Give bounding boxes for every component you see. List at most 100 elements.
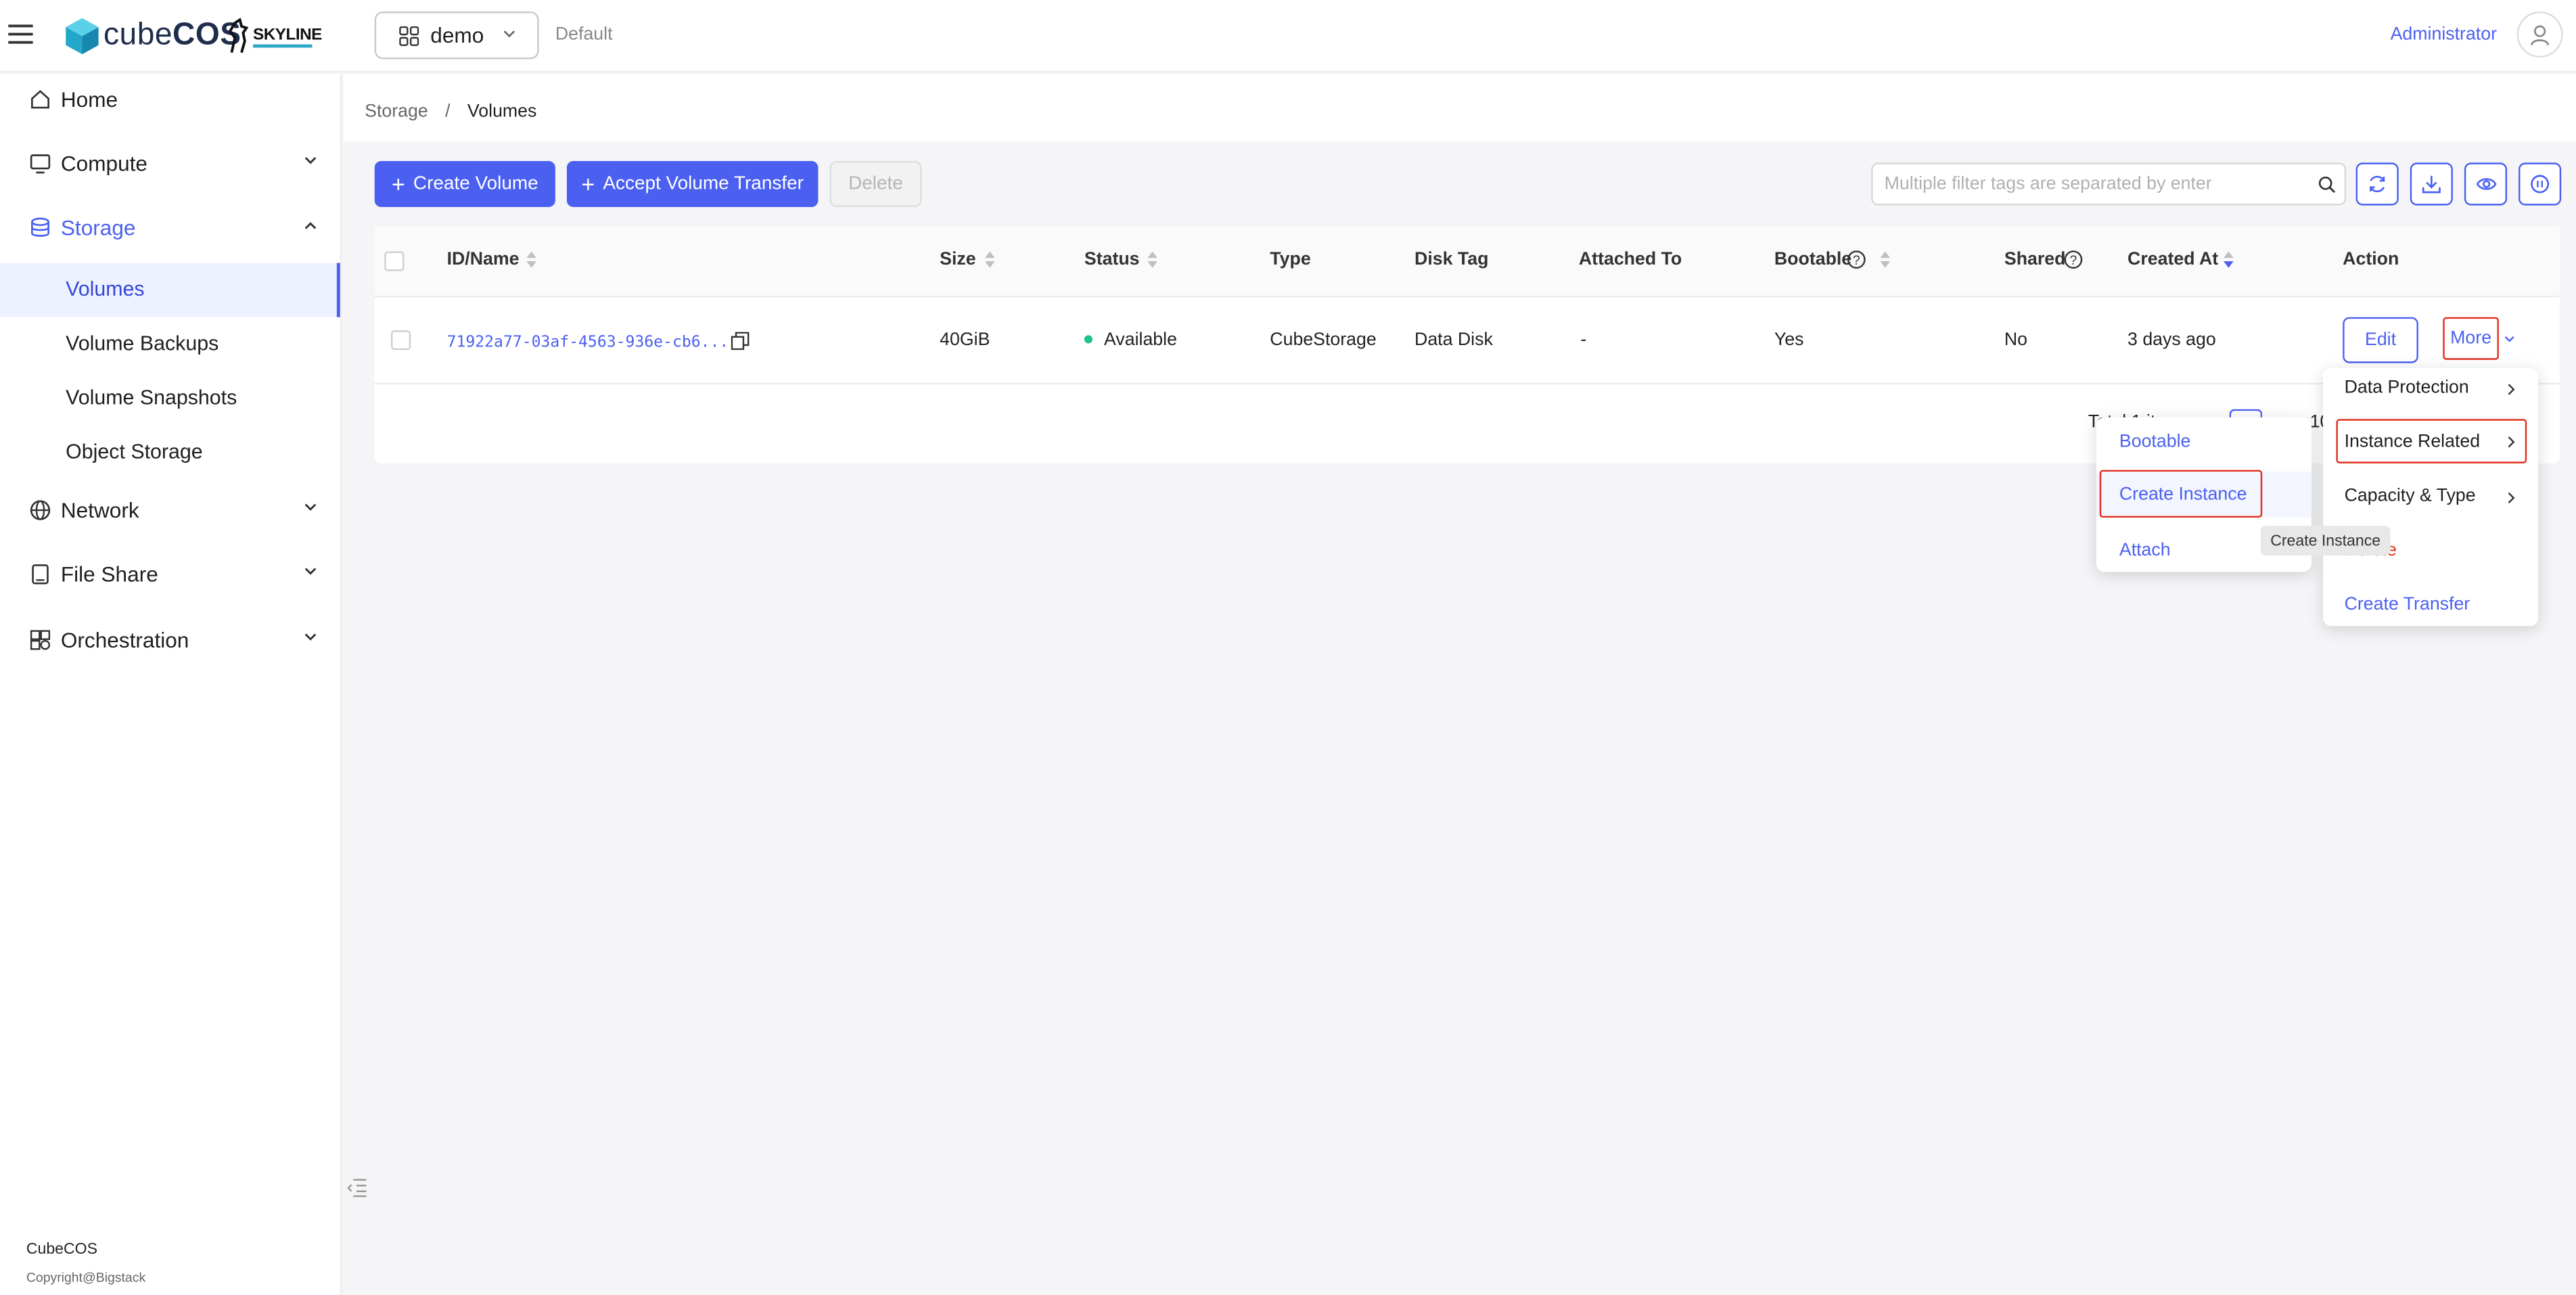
chevron-right-icon: [2507, 436, 2515, 449]
column-header-status[interactable]: Status: [1084, 250, 1140, 269]
sidebar-subitem-label: Volumes: [66, 277, 145, 301]
help-icon[interactable]: ?: [2063, 250, 2083, 269]
menu-item-attach[interactable]: Attach: [2119, 541, 2171, 560]
sort-icon[interactable]: [1879, 250, 1891, 269]
orchestration-icon: [30, 629, 51, 651]
breadcrumb-bar: [343, 74, 2576, 141]
footer-app-name: CubeCOS: [26, 1240, 98, 1259]
project-name: demo: [430, 23, 484, 48]
breadcrumb-separator: /: [445, 101, 451, 122]
menu-item-bootable[interactable]: Bootable: [2119, 432, 2190, 452]
menu-item-create-transfer[interactable]: Create Transfer: [2345, 595, 2470, 614]
sort-desc-icon[interactable]: [2223, 250, 2234, 269]
home-icon: [30, 89, 51, 110]
volume-type: CubeStorage: [1270, 330, 1377, 350]
edit-button[interactable]: Edit: [2343, 317, 2418, 363]
sort-icon[interactable]: [526, 250, 537, 269]
accept-transfer-label: Accept Volume Transfer: [603, 174, 804, 194]
sidebar-item-label: File Share: [60, 562, 158, 587]
create-volume-button[interactable]: + Create Volume: [374, 161, 555, 208]
column-header-action: Action: [2343, 250, 2399, 270]
refresh-icon: [2368, 174, 2387, 194]
chevron-down-icon: [304, 503, 317, 513]
user-icon: [2530, 24, 2550, 45]
chevron-up-icon: [304, 220, 317, 230]
page-size-select[interactable]: 10: [2310, 413, 2323, 432]
sidebar-item-compute[interactable]: Compute: [0, 138, 340, 192]
menu-item-label: Attach: [2119, 541, 2171, 561]
chevron-down-icon: [304, 156, 317, 166]
menu-item-label: Create Instance: [2119, 484, 2247, 505]
volume-id-link[interactable]: 71922a77-03af-4563-936e-cb6...: [447, 334, 729, 352]
volume-size: 40GiB: [940, 330, 990, 350]
stop-refresh-button[interactable]: [2518, 162, 2562, 206]
chevron-down-icon: [2504, 335, 2515, 343]
menu-item-capacity-type[interactable]: Capacity & Type: [2345, 486, 2476, 506]
status-badge: Available: [1104, 330, 1177, 350]
column-header-bootable[interactable]: Bootable: [1774, 250, 1852, 269]
shared-value: No: [2004, 330, 2028, 350]
column-header-size[interactable]: Size: [940, 250, 975, 269]
sidebar-subitem-volumes[interactable]: Volumes: [0, 263, 340, 317]
more-dropdown-menu: Data Protection Instance Related Capacit…: [2323, 368, 2539, 627]
sidebar-item-file-share[interactable]: File Share: [0, 549, 340, 603]
sidebar-subitem-label: Object Storage: [66, 440, 203, 463]
sidebar-item-storage[interactable]: Storage: [0, 202, 340, 256]
column-header-id-name[interactable]: ID/Name: [447, 250, 520, 269]
project-select[interactable]: demo: [374, 12, 539, 60]
search-input[interactable]: Multiple filter tags are separated by en…: [1871, 162, 2347, 206]
sidebar-item-orchestration[interactable]: Orchestration: [0, 614, 340, 668]
sidebar-subitem-volume-snapshots[interactable]: Volume Snapshots: [0, 371, 340, 426]
column-visibility-button[interactable]: [2464, 162, 2508, 206]
sort-icon[interactable]: [1147, 250, 1158, 269]
breadcrumb-parent[interactable]: Storage: [365, 102, 428, 122]
skyline-underline: [253, 44, 313, 48]
hamburger-menu-icon[interactable]: [8, 22, 34, 48]
copy-icon[interactable]: [731, 332, 750, 350]
create-volume-label: Create Volume: [413, 174, 538, 194]
collapse-sidebar-icon[interactable]: [346, 1178, 368, 1198]
column-header-created-at[interactable]: Created At: [2128, 250, 2218, 269]
sidebar-item-home[interactable]: Home: [0, 74, 340, 128]
sidebar-item-label: Compute: [60, 151, 147, 176]
select-all-checkbox[interactable]: [384, 251, 405, 271]
plus-icon: +: [581, 171, 595, 198]
eye-icon: [2475, 176, 2497, 192]
menu-item-instance-related[interactable]: Instance Related: [2336, 419, 2527, 463]
skyline-logo-text: SKYLINE: [253, 26, 322, 45]
search-icon[interactable]: [2318, 176, 2337, 194]
chevron-down-icon: [304, 633, 317, 643]
sidebar-subitem-object-storage[interactable]: Object Storage: [0, 426, 340, 480]
monitor-icon: [30, 153, 51, 175]
menu-item-data-protection[interactable]: Data Protection: [2345, 378, 2469, 398]
svg-text:?: ?: [1853, 253, 1860, 268]
row-checkbox[interactable]: [391, 330, 411, 350]
top-header: cubeCOS SKYLINE demo Default Administrat…: [0, 0, 2576, 72]
accept-volume-transfer-button[interactable]: + Accept Volume Transfer: [566, 161, 819, 208]
sidebar-subitem-label: Volume Backups: [66, 332, 219, 355]
avatar[interactable]: [2516, 12, 2563, 58]
user-name-link[interactable]: Administrator: [2391, 24, 2497, 44]
download-button[interactable]: [2410, 162, 2453, 206]
menu-item-create-instance[interactable]: Create Instance: [2099, 470, 2263, 518]
sidebar-item-network[interactable]: Network: [0, 484, 340, 539]
status-dot: [1084, 335, 1093, 344]
menu-item-label: Instance Related: [2344, 432, 2481, 452]
sidebar-item-label: Network: [60, 497, 139, 523]
chevron-down-icon: [503, 30, 515, 40]
refresh-button[interactable]: [2355, 162, 2399, 206]
skyline-logo-icon: [225, 18, 252, 54]
download-icon: [2422, 174, 2441, 194]
search-placeholder: Multiple filter tags are separated by en…: [1884, 174, 2212, 194]
chevron-right-icon: [2507, 491, 2515, 504]
sort-icon[interactable]: [984, 250, 996, 269]
delete-button[interactable]: Delete: [829, 161, 922, 208]
sidebar-subitem-volume-backups[interactable]: Volume Backups: [0, 317, 340, 371]
created-at-value: 3 days ago: [2128, 330, 2216, 350]
cube-logo-icon: [66, 18, 99, 55]
more-button[interactable]: More: [2443, 317, 2499, 360]
bootable-value: Yes: [1774, 330, 1804, 350]
sidebar-item-label: Storage: [60, 215, 136, 240]
help-icon[interactable]: ?: [1847, 250, 1866, 269]
plus-icon: +: [391, 171, 405, 198]
